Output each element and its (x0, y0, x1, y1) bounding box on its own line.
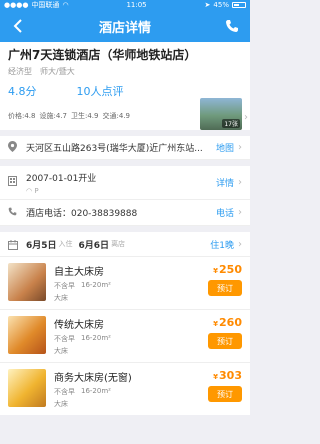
map-link[interactable]: 地图 (216, 141, 234, 154)
wifi-icon: ◠ (62, 1, 69, 9)
review-count[interactable]: 10人点评 (77, 83, 124, 99)
room-price: ¥260 (213, 316, 242, 329)
bed-type: 大床 (54, 400, 68, 408)
chevron-right-icon: › (238, 207, 242, 218)
room-item[interactable]: 自主大床房 不含早 16-20m² 大床 ¥250 预订 (0, 256, 250, 309)
clock: 11:05 (126, 1, 147, 9)
breakfast: 不含早 (54, 335, 75, 343)
phone-icon (225, 20, 238, 32)
address-text: 天河区五山路263号(瑞华大厦)近广州东站... (26, 144, 203, 154)
room-size: 16-20m² (81, 334, 111, 342)
details-link[interactable]: 详情 (216, 176, 234, 189)
chevron-right-icon: › (238, 142, 242, 153)
room-name: 自主大床房 (54, 267, 104, 278)
chevron-right-icon: › (238, 177, 242, 188)
photo-count: 17张 (222, 119, 240, 128)
room-photo[interactable] (8, 316, 46, 354)
phone-text: 酒店电话：020-38839888 (26, 209, 138, 219)
phone-row[interactable]: 酒店电话：020-38839888 电话 › (0, 200, 250, 226)
book-button[interactable]: 预订 (208, 333, 242, 349)
open-date-row[interactable]: 2007-01-01开业 ◠ P 详情 › (0, 166, 250, 200)
hotel-score: 4.8分 (8, 85, 37, 98)
room-price: ¥303 (213, 369, 242, 382)
checkin-label: 入住 (58, 240, 73, 248)
room-price: ¥250 (213, 263, 242, 276)
signal-icon: ●●●● (4, 1, 29, 9)
room-item[interactable]: 商务大床房(无窗) 不含早 16-20m² 大床 ¥303 预订 (0, 362, 250, 415)
book-button[interactable]: 预订 (208, 386, 242, 402)
hotel-summary[interactable]: 广州7天连锁酒店（华师地铁站店） 经济型 师大/暨大 4.8分 10人点评 价格… (0, 42, 250, 130)
hotel-name: 广州7天连锁酒店（华师地铁站店） (8, 48, 197, 62)
room-size: 16-20m² (81, 387, 111, 395)
address-row[interactable]: 天河区五山路263号(瑞华大厦)近广州东站... 地图 › (0, 136, 250, 160)
room-name: 传统大床房 (54, 320, 104, 331)
breakfast: 不含早 (54, 282, 75, 290)
room-photo[interactable] (8, 369, 46, 407)
room-item[interactable]: 传统大床房 不含早 16-20m² 大床 ¥260 预订 (0, 309, 250, 362)
score-traffic: 交通:4.9 (102, 112, 131, 120)
back-arrow-icon (13, 19, 22, 33)
building-icon (8, 176, 20, 189)
bed-type: 大床 (54, 347, 68, 355)
hotel-type: 经济型 (8, 67, 32, 76)
book-button[interactable]: 预订 (208, 280, 242, 296)
call-button[interactable] (222, 16, 242, 36)
score-price: 价格:4.8 (8, 112, 36, 120)
room-list: 自主大床房 不含早 16-20m² 大床 ¥250 预订 传统大床房 不含早 1… (0, 256, 250, 415)
score-facility: 设施:4.7 (39, 112, 68, 120)
room-name: 商务大床房(无窗) (54, 373, 132, 384)
room-photo[interactable] (8, 263, 46, 301)
location-icon (8, 140, 20, 155)
parking-icon: P (34, 186, 39, 195)
calendar-icon (8, 235, 20, 254)
chevron-right-icon: › (244, 112, 248, 123)
carrier: 中国联通 (31, 1, 60, 9)
hotel-area: 师大/暨大 (40, 67, 75, 76)
bed-type: 大床 (54, 294, 68, 302)
breakfast: 不含早 (54, 388, 75, 396)
battery-percent: 45% (213, 1, 229, 9)
location-arrow-icon: ➤ (204, 1, 211, 9)
call-link[interactable]: 电话 (216, 206, 234, 219)
nav-bar: 酒店详情 (0, 10, 250, 42)
back-button[interactable] (8, 16, 28, 36)
info-list: 天河区五山路263号(瑞华大厦)近广州东站... 地图 › 2007-01-01… (0, 136, 250, 226)
checkout-date: 6月6日 (78, 240, 110, 251)
battery-icon (231, 2, 246, 8)
phone-icon (8, 207, 20, 219)
nights-count: 住1晚 (210, 240, 234, 251)
open-date-text: 2007-01-01开业 (26, 173, 97, 184)
status-bar: ●●●● 中国联通 ◠ 11:05 ➤ 45% (0, 0, 250, 10)
room-size: 16-20m² (81, 281, 111, 289)
checkout-label: 离店 (111, 240, 126, 248)
facility-icons: ◠ P (26, 187, 212, 195)
chevron-right-icon: › (238, 238, 242, 250)
hotel-photo[interactable]: 17张 (200, 98, 242, 130)
date-selector[interactable]: 6月5日 入住 6月6日 离店 住1晚 › (0, 232, 250, 256)
page-title: 酒店详情 (98, 20, 151, 36)
checkin-date: 6月5日 (26, 240, 57, 251)
score-hygiene: 卫生:4.9 (71, 112, 99, 120)
